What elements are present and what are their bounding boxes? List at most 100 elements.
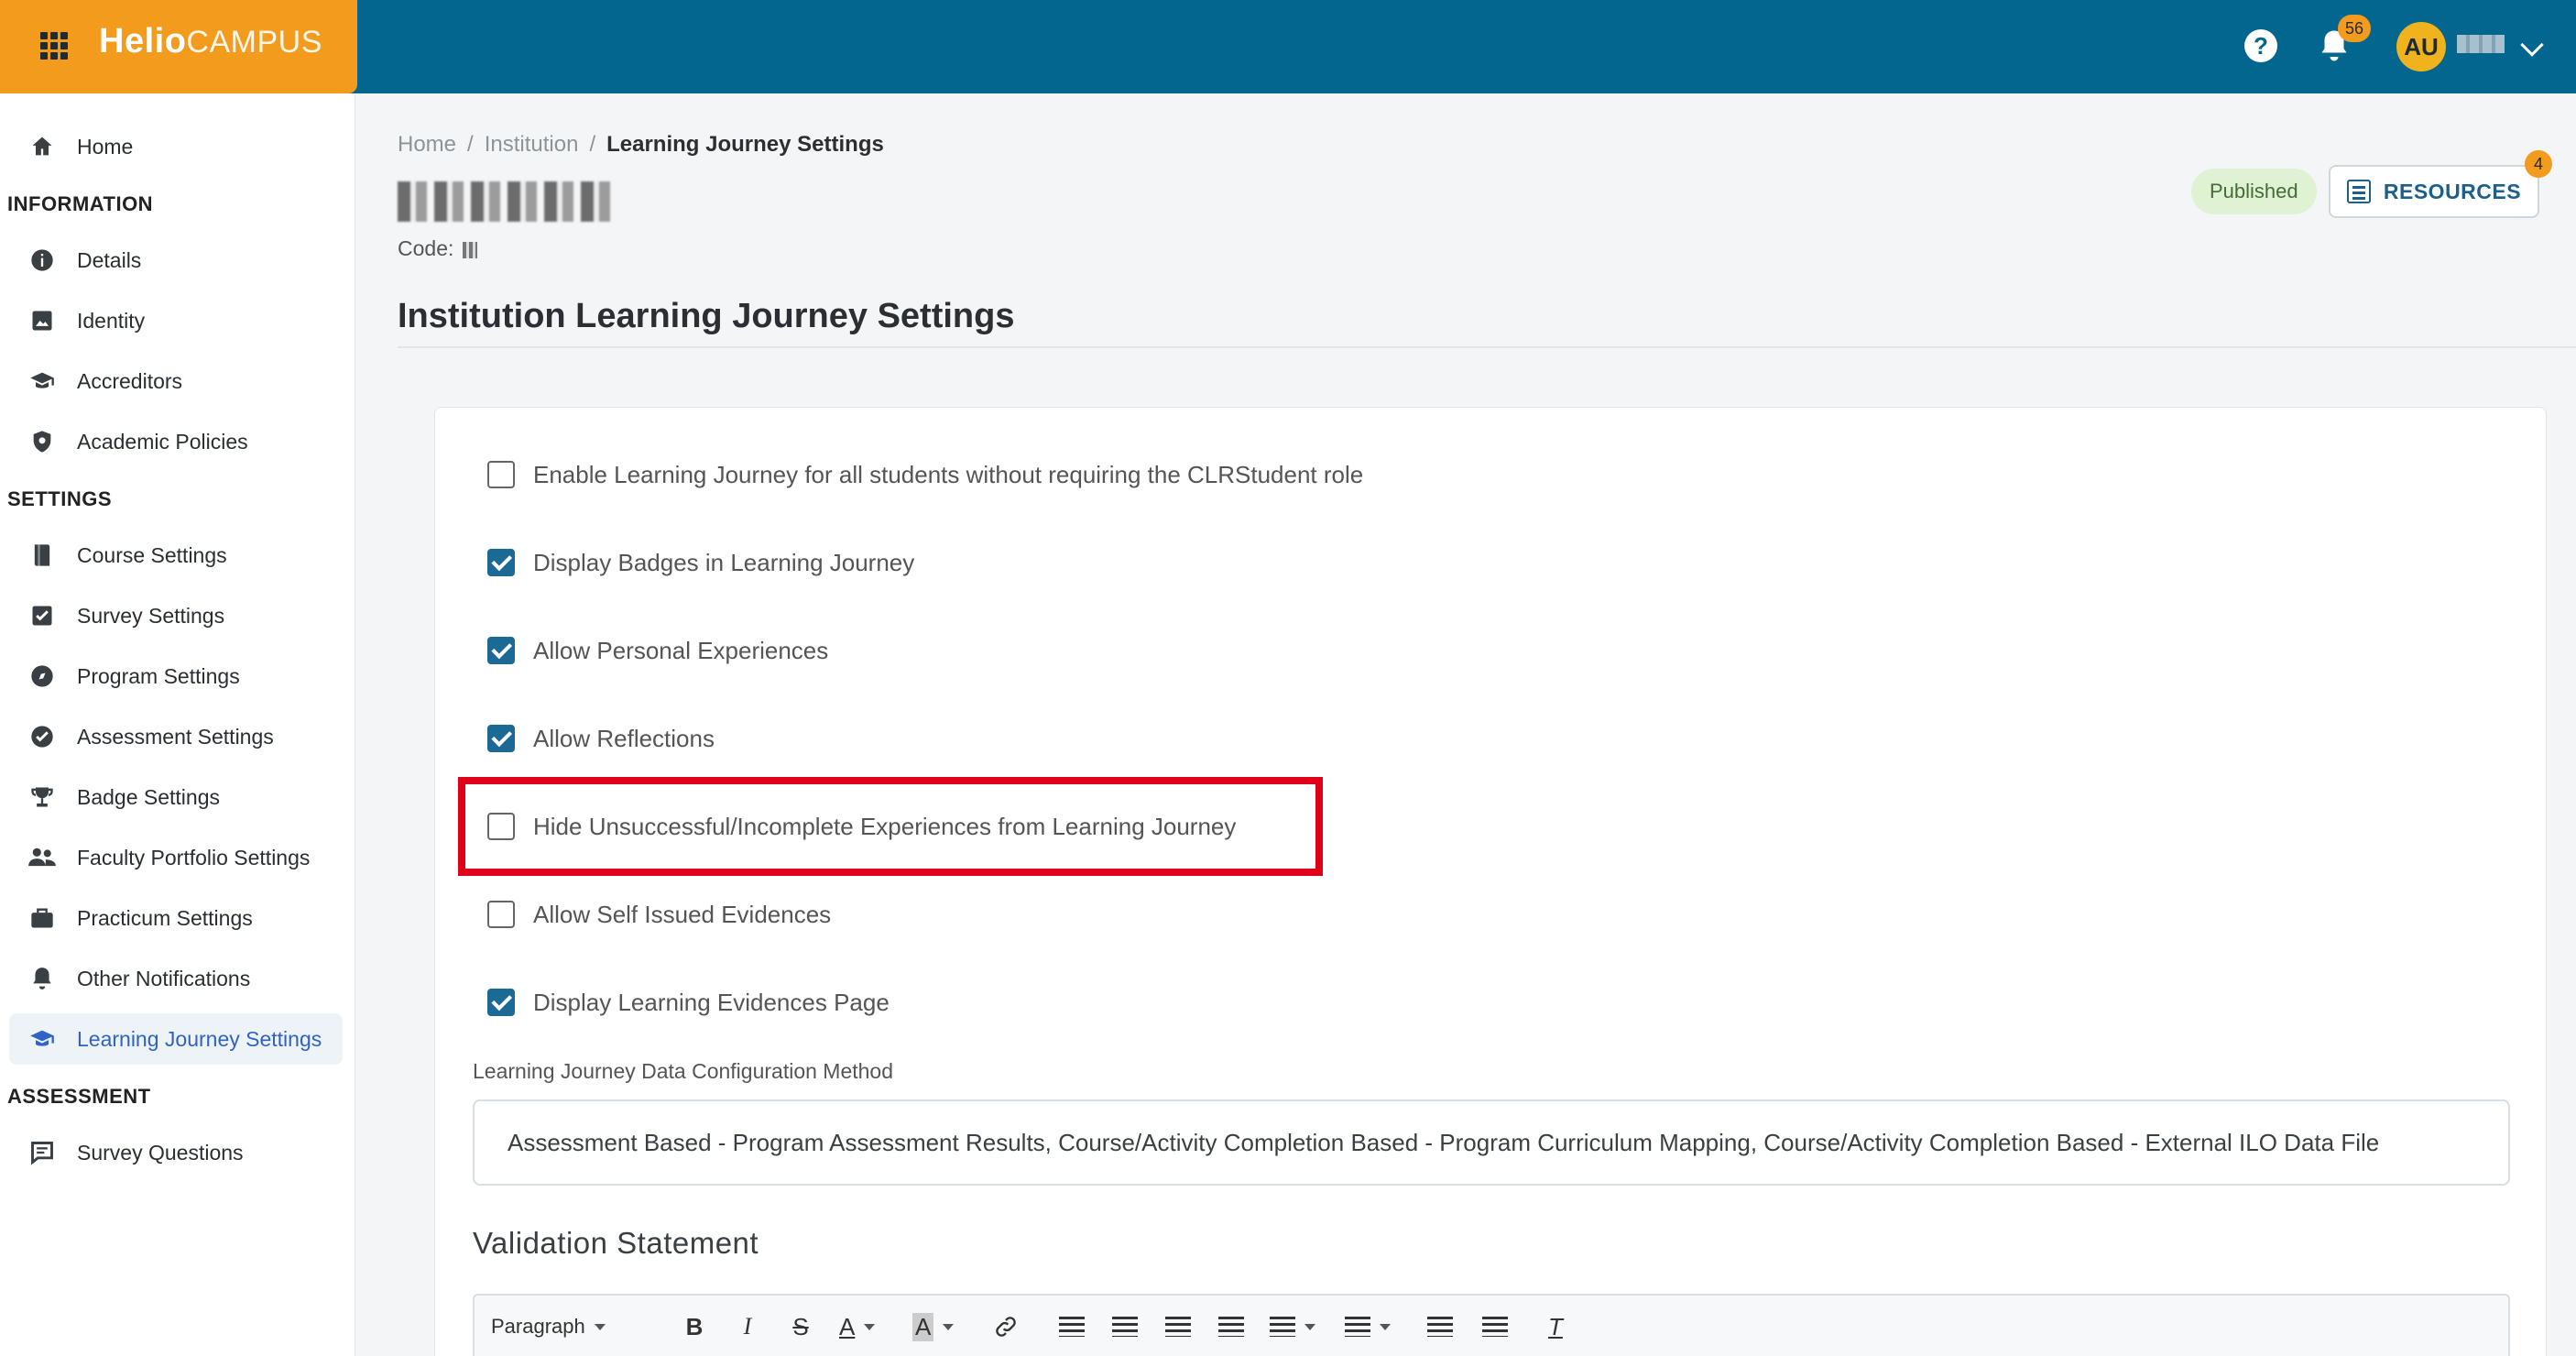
code-value-redacted (463, 241, 478, 258)
sidebar-item-course-settings[interactable]: Course Settings (27, 530, 343, 581)
clear-formatting-button[interactable]: T (1537, 1308, 1574, 1345)
help-icon[interactable]: ? (2244, 29, 2277, 62)
chevron-down-icon[interactable] (2520, 33, 2544, 57)
divider (398, 346, 2576, 348)
indent-icon (1482, 1317, 1508, 1337)
status-badge: Published (2191, 169, 2317, 214)
user-avatar[interactable]: AU (2396, 22, 2446, 71)
top-bar: HelioCAMPUS ? 56 AU (0, 0, 2576, 93)
sidebar-item-identity[interactable]: Identity (27, 295, 343, 346)
checkbox-label[interactable]: Display Badges in Learning Journey (533, 549, 914, 577)
sidebar-item-learning-journey-settings[interactable]: Learning Journey Settings (9, 1013, 343, 1065)
link-button[interactable] (988, 1308, 1024, 1345)
checkbox[interactable] (487, 461, 515, 488)
code-label: Code: (398, 236, 454, 260)
caret-down-icon (1380, 1323, 1391, 1330)
checkbox[interactable] (487, 725, 515, 752)
sidebar-item-survey-questions[interactable]: Survey Questions (27, 1127, 343, 1178)
sidebar-item-details[interactable]: Details (27, 235, 343, 286)
sidebar-item-label: Course Settings (77, 542, 227, 567)
resources-label: RESOURCES (2383, 179, 2522, 203)
checkbox-label[interactable]: Allow Self Issued Evidences (533, 901, 831, 929)
trophy-icon (27, 782, 57, 812)
graduation-cap-icon (27, 366, 57, 396)
entity-code: Code: (398, 236, 478, 261)
setting-allow-personal-experiences[interactable]: Allow Personal Experiences (487, 629, 828, 673)
breadcrumb-home[interactable]: Home (398, 132, 456, 158)
justify-button[interactable] (1213, 1308, 1250, 1345)
checkbox[interactable] (487, 989, 515, 1016)
brand-area: HelioCAMPUS (0, 0, 357, 93)
ordered-list-button[interactable] (1270, 1308, 1325, 1345)
sidebar-item-academic-policies[interactable]: Academic Policies (27, 416, 343, 467)
check-circle-icon (27, 722, 57, 751)
sidebar-item-survey-settings[interactable]: Survey Settings (27, 590, 343, 641)
link-icon (996, 1317, 1016, 1337)
resources-button[interactable]: RESOURCES (2329, 165, 2539, 218)
sidebar-item-accreditors[interactable]: Accreditors (27, 355, 343, 407)
info-icon (27, 246, 57, 275)
sidebar-item-label: Survey Settings (77, 603, 225, 628)
font-color-button[interactable]: A (839, 1308, 894, 1345)
outdent-button[interactable] (1422, 1308, 1458, 1345)
sidebar-item-label: Accreditors (77, 368, 183, 393)
sidebar-item-other-notifications[interactable]: Other Notifications (27, 953, 343, 1004)
setting-enable-learning-journey[interactable]: Enable Learning Journey for all students… (487, 453, 1363, 497)
caret-down-icon (943, 1323, 955, 1330)
bold-button[interactable]: B (678, 1308, 711, 1345)
sidebar-item-assessment-settings[interactable]: Assessment Settings (27, 711, 343, 762)
background-color-icon: A (912, 1312, 934, 1341)
sidebar-item-program-settings[interactable]: Program Settings (27, 651, 343, 702)
compass-icon (27, 662, 57, 691)
sidebar-item-practicum-settings[interactable]: Practicum Settings (27, 892, 343, 944)
outdent-icon (1427, 1317, 1453, 1337)
italic-button[interactable]: I (731, 1308, 764, 1345)
people-icon (27, 843, 57, 872)
sidebar-item-label: Survey Questions (77, 1140, 244, 1165)
brand-logo[interactable]: HelioCAMPUS (99, 22, 322, 61)
setting-display-badges[interactable]: Display Badges in Learning Journey (487, 541, 914, 585)
sidebar-item-label: Assessment Settings (77, 724, 274, 749)
align-right-icon (1165, 1317, 1191, 1337)
checkbox[interactable] (487, 901, 515, 928)
paragraph-format-dropdown[interactable]: Paragraph (491, 1308, 656, 1345)
checkbox-label[interactable]: Allow Reflections (533, 725, 715, 753)
sidebar-item-badge-settings[interactable]: Badge Settings (27, 771, 343, 823)
bullet-list-button[interactable] (1345, 1308, 1400, 1345)
align-right-button[interactable] (1160, 1308, 1196, 1345)
background-color-button[interactable]: A (912, 1308, 967, 1345)
indent-button[interactable] (1477, 1308, 1513, 1345)
resources-count-badge: 4 (2525, 150, 2552, 178)
entity-name-redacted (398, 181, 617, 222)
apps-grid-icon[interactable] (40, 32, 68, 60)
comment-icon (27, 1138, 57, 1167)
home-icon (27, 132, 57, 161)
breadcrumb-institution[interactable]: Institution (485, 132, 579, 158)
setting-allow-self-issued-evidences[interactable]: Allow Self Issued Evidences (487, 892, 831, 936)
config-method-label: Learning Journey Data Configuration Meth… (473, 1059, 894, 1083)
sidebar: Home INFORMATION Details Identity Accred… (0, 93, 355, 1356)
graduation-cap-icon (27, 1024, 57, 1054)
page-title: Institution Learning Journey Settings (398, 297, 1015, 335)
checkbox-label[interactable]: Allow Personal Experiences (533, 637, 828, 665)
checkbox-label[interactable]: Display Learning Evidences Page (533, 989, 890, 1017)
sidebar-item-label: Badge Settings (77, 784, 221, 809)
setting-allow-reflections[interactable]: Allow Reflections (487, 716, 715, 760)
breadcrumb-separator: / (589, 132, 596, 157)
checkbox[interactable] (487, 637, 515, 664)
sidebar-item-faculty-portfolio-settings[interactable]: Faculty Portfolio Settings (27, 832, 343, 883)
sidebar-item-label: Program Settings (77, 663, 240, 688)
setting-display-learning-evidences-page[interactable]: Display Learning Evidences Page (487, 980, 890, 1024)
config-method-select[interactable]: Assessment Based - Program Assessment Re… (473, 1099, 2510, 1186)
checkbox-label[interactable]: Enable Learning Journey for all students… (533, 461, 1363, 489)
resources-icon (2346, 180, 2371, 203)
align-center-button[interactable] (1107, 1308, 1143, 1345)
user-name-redacted[interactable] (2457, 35, 2505, 53)
strikethrough-button[interactable]: S (784, 1308, 817, 1345)
sidebar-item-label: Learning Journey Settings (77, 1026, 322, 1051)
checkbox[interactable] (487, 549, 515, 576)
caret-down-icon (594, 1323, 606, 1330)
align-left-button[interactable] (1053, 1308, 1090, 1345)
sidebar-item-home[interactable]: Home (27, 121, 343, 172)
align-left-icon (1059, 1317, 1085, 1337)
